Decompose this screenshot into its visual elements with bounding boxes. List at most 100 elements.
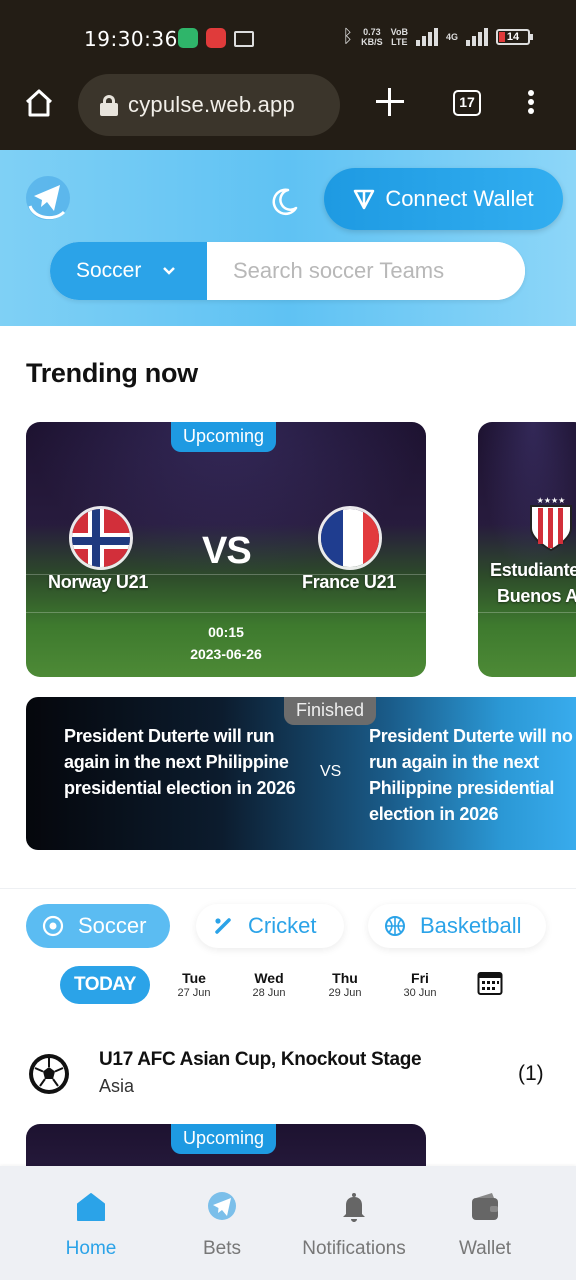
theme-toggle-moon-icon[interactable] — [268, 186, 300, 218]
app-header: Connect Wallet Soccer — [0, 150, 576, 326]
match-date: 2023-06-26 — [190, 646, 262, 662]
status-badge: Upcoming — [171, 422, 277, 452]
sport-select-value: Soccer — [76, 259, 142, 282]
cricket-icon — [215, 918, 231, 934]
search-input[interactable] — [207, 242, 525, 300]
tab-basketball[interactable]: Basketball — [368, 904, 546, 948]
date-today-button[interactable]: TODAY — [60, 966, 150, 1004]
date-day: Fri — [411, 970, 429, 986]
date-date: 28 Jun — [252, 987, 286, 999]
status-indicators: ᛒ 0.73 KB/S VoB LTE 4G 14 — [342, 26, 533, 47]
away-team-name: France U21 — [302, 572, 397, 592]
league-name[interactable]: U17 AFC Asian Cup, Knockout Stage — [99, 1049, 422, 1071]
match-time: 00:15 — [208, 624, 244, 640]
date-date: 30 Jun — [403, 987, 437, 999]
bets-icon — [208, 1192, 236, 1220]
new-tab-button[interactable] — [376, 88, 404, 116]
browser-toolbar: cypulse.web.app 17 — [0, 74, 576, 150]
tab-soccer[interactable]: Soccer — [26, 904, 170, 948]
nav-bets-label: Bets — [202, 1238, 242, 1259]
status-badge: Finished — [284, 697, 377, 725]
connect-wallet-label: Connect Wallet — [385, 186, 534, 211]
network-type: VoB LTE — [391, 27, 408, 47]
nav-bets[interactable]: Bets — [150, 1190, 294, 1260]
status-bar: 19:30:36 ᛒ 0.73 KB/S VoB LTE 4G 14 — [0, 0, 576, 74]
ton-icon — [354, 189, 375, 210]
date-item[interactable]: Tue 27 Jun — [164, 970, 224, 1000]
battery-icon: 14 — [496, 28, 533, 45]
tab-soccer-label: Soccer — [78, 913, 147, 938]
signal-icon — [466, 27, 488, 46]
status-time: 19:30:36 — [84, 27, 178, 51]
nav-wallet-label: Wallet — [458, 1238, 512, 1259]
wallet-icon — [472, 1193, 498, 1220]
nav-home[interactable]: Home — [19, 1190, 163, 1260]
soccer-icon — [42, 915, 64, 937]
signal-icon — [415, 27, 438, 46]
vs-label: VS — [320, 763, 342, 780]
bell-icon — [343, 1193, 365, 1222]
network-type-top: VoB — [390, 26, 408, 37]
mail-icon — [234, 31, 254, 47]
club-crest-icon: ★★★★ — [530, 496, 572, 552]
home-team-name: Norway U21 — [48, 572, 149, 592]
browser-menu-button[interactable] — [526, 90, 536, 118]
basketball-icon — [385, 916, 405, 936]
calendar-icon[interactable] — [477, 970, 503, 996]
trending-match-card[interactable]: ★★★★ Estudiante Buenos A — [478, 422, 576, 677]
tab-cricket[interactable]: Cricket — [196, 904, 344, 948]
date-date: 29 Jun — [328, 987, 362, 999]
league-region: Asia — [99, 1076, 135, 1096]
tab-basketball-label: Basketball — [420, 913, 522, 938]
divider — [0, 888, 576, 889]
notification-icons — [178, 28, 254, 48]
vs-label: VS — [202, 530, 252, 572]
home-team-name: Estudiante — [490, 560, 576, 580]
nav-home-label: Home — [65, 1238, 117, 1259]
app-notification-icon — [178, 28, 198, 48]
home-icon[interactable] — [24, 88, 54, 118]
tab-cricket-label: Cricket — [248, 913, 317, 938]
search-bar: Soccer — [50, 242, 525, 300]
trending-match-card[interactable]: Upcoming Norway U21 VS France U21 00:15 … — [26, 422, 426, 677]
status-badge: Upcoming — [171, 1124, 277, 1154]
sport-select-dropdown[interactable]: Soccer — [50, 242, 207, 300]
lock-icon — [100, 95, 118, 116]
network-speed-value: 0.73 — [363, 26, 381, 37]
date-item[interactable]: Fri 30 Jun — [390, 970, 450, 1000]
network-type-bottom: LTE — [391, 36, 408, 47]
bottom-navigation: Home Bets Notifications Wallet — [0, 1166, 576, 1280]
connect-wallet-button[interactable]: Connect Wallet — [324, 168, 563, 230]
address-bar[interactable]: cypulse.web.app — [78, 74, 340, 136]
norway-flag-icon — [69, 506, 133, 570]
prediction-option-a[interactable]: President Duterte will run again in the … — [64, 723, 300, 801]
date-day: Wed — [254, 970, 284, 986]
trending-title: Trending now — [26, 358, 198, 388]
nav-notifications[interactable]: Notifications — [282, 1190, 426, 1260]
tab-switcher-button[interactable]: 17 — [453, 90, 481, 116]
svg-text:★★★★: ★★★★ — [537, 496, 566, 505]
battery-level: 14 — [506, 30, 520, 43]
network-speed: 0.73 KB/S — [361, 27, 383, 47]
date-day: Tue — [182, 970, 206, 986]
bluetooth-icon: ᛒ — [342, 26, 354, 46]
url-text: cypulse.web.app — [128, 92, 295, 117]
france-flag-icon — [318, 506, 382, 570]
chevron-down-icon — [163, 267, 176, 275]
app-notification-icon — [206, 28, 226, 48]
date-item[interactable]: Wed 28 Jun — [239, 970, 299, 1000]
network-speed-unit: KB/S — [361, 36, 383, 47]
home-team-name-line2: Buenos A — [497, 586, 576, 606]
app-logo-icon[interactable] — [24, 174, 72, 224]
prediction-option-b[interactable]: President Duterte will no run again in t… — [369, 723, 576, 827]
soccer-ball-icon — [29, 1054, 69, 1094]
date-date: 27 Jun — [177, 987, 211, 999]
nav-notifications-label: Notifications — [302, 1238, 406, 1259]
nav-wallet[interactable]: Wallet — [413, 1190, 557, 1260]
home-icon — [77, 1193, 105, 1221]
prediction-card[interactable]: Finished President Duterte will run agai… — [26, 697, 576, 850]
league-match-count: (1) — [518, 1062, 544, 1085]
date-item[interactable]: Thu 29 Jun — [315, 970, 375, 1000]
signal2-label: 4G — [445, 31, 458, 42]
date-day: Thu — [332, 970, 358, 986]
